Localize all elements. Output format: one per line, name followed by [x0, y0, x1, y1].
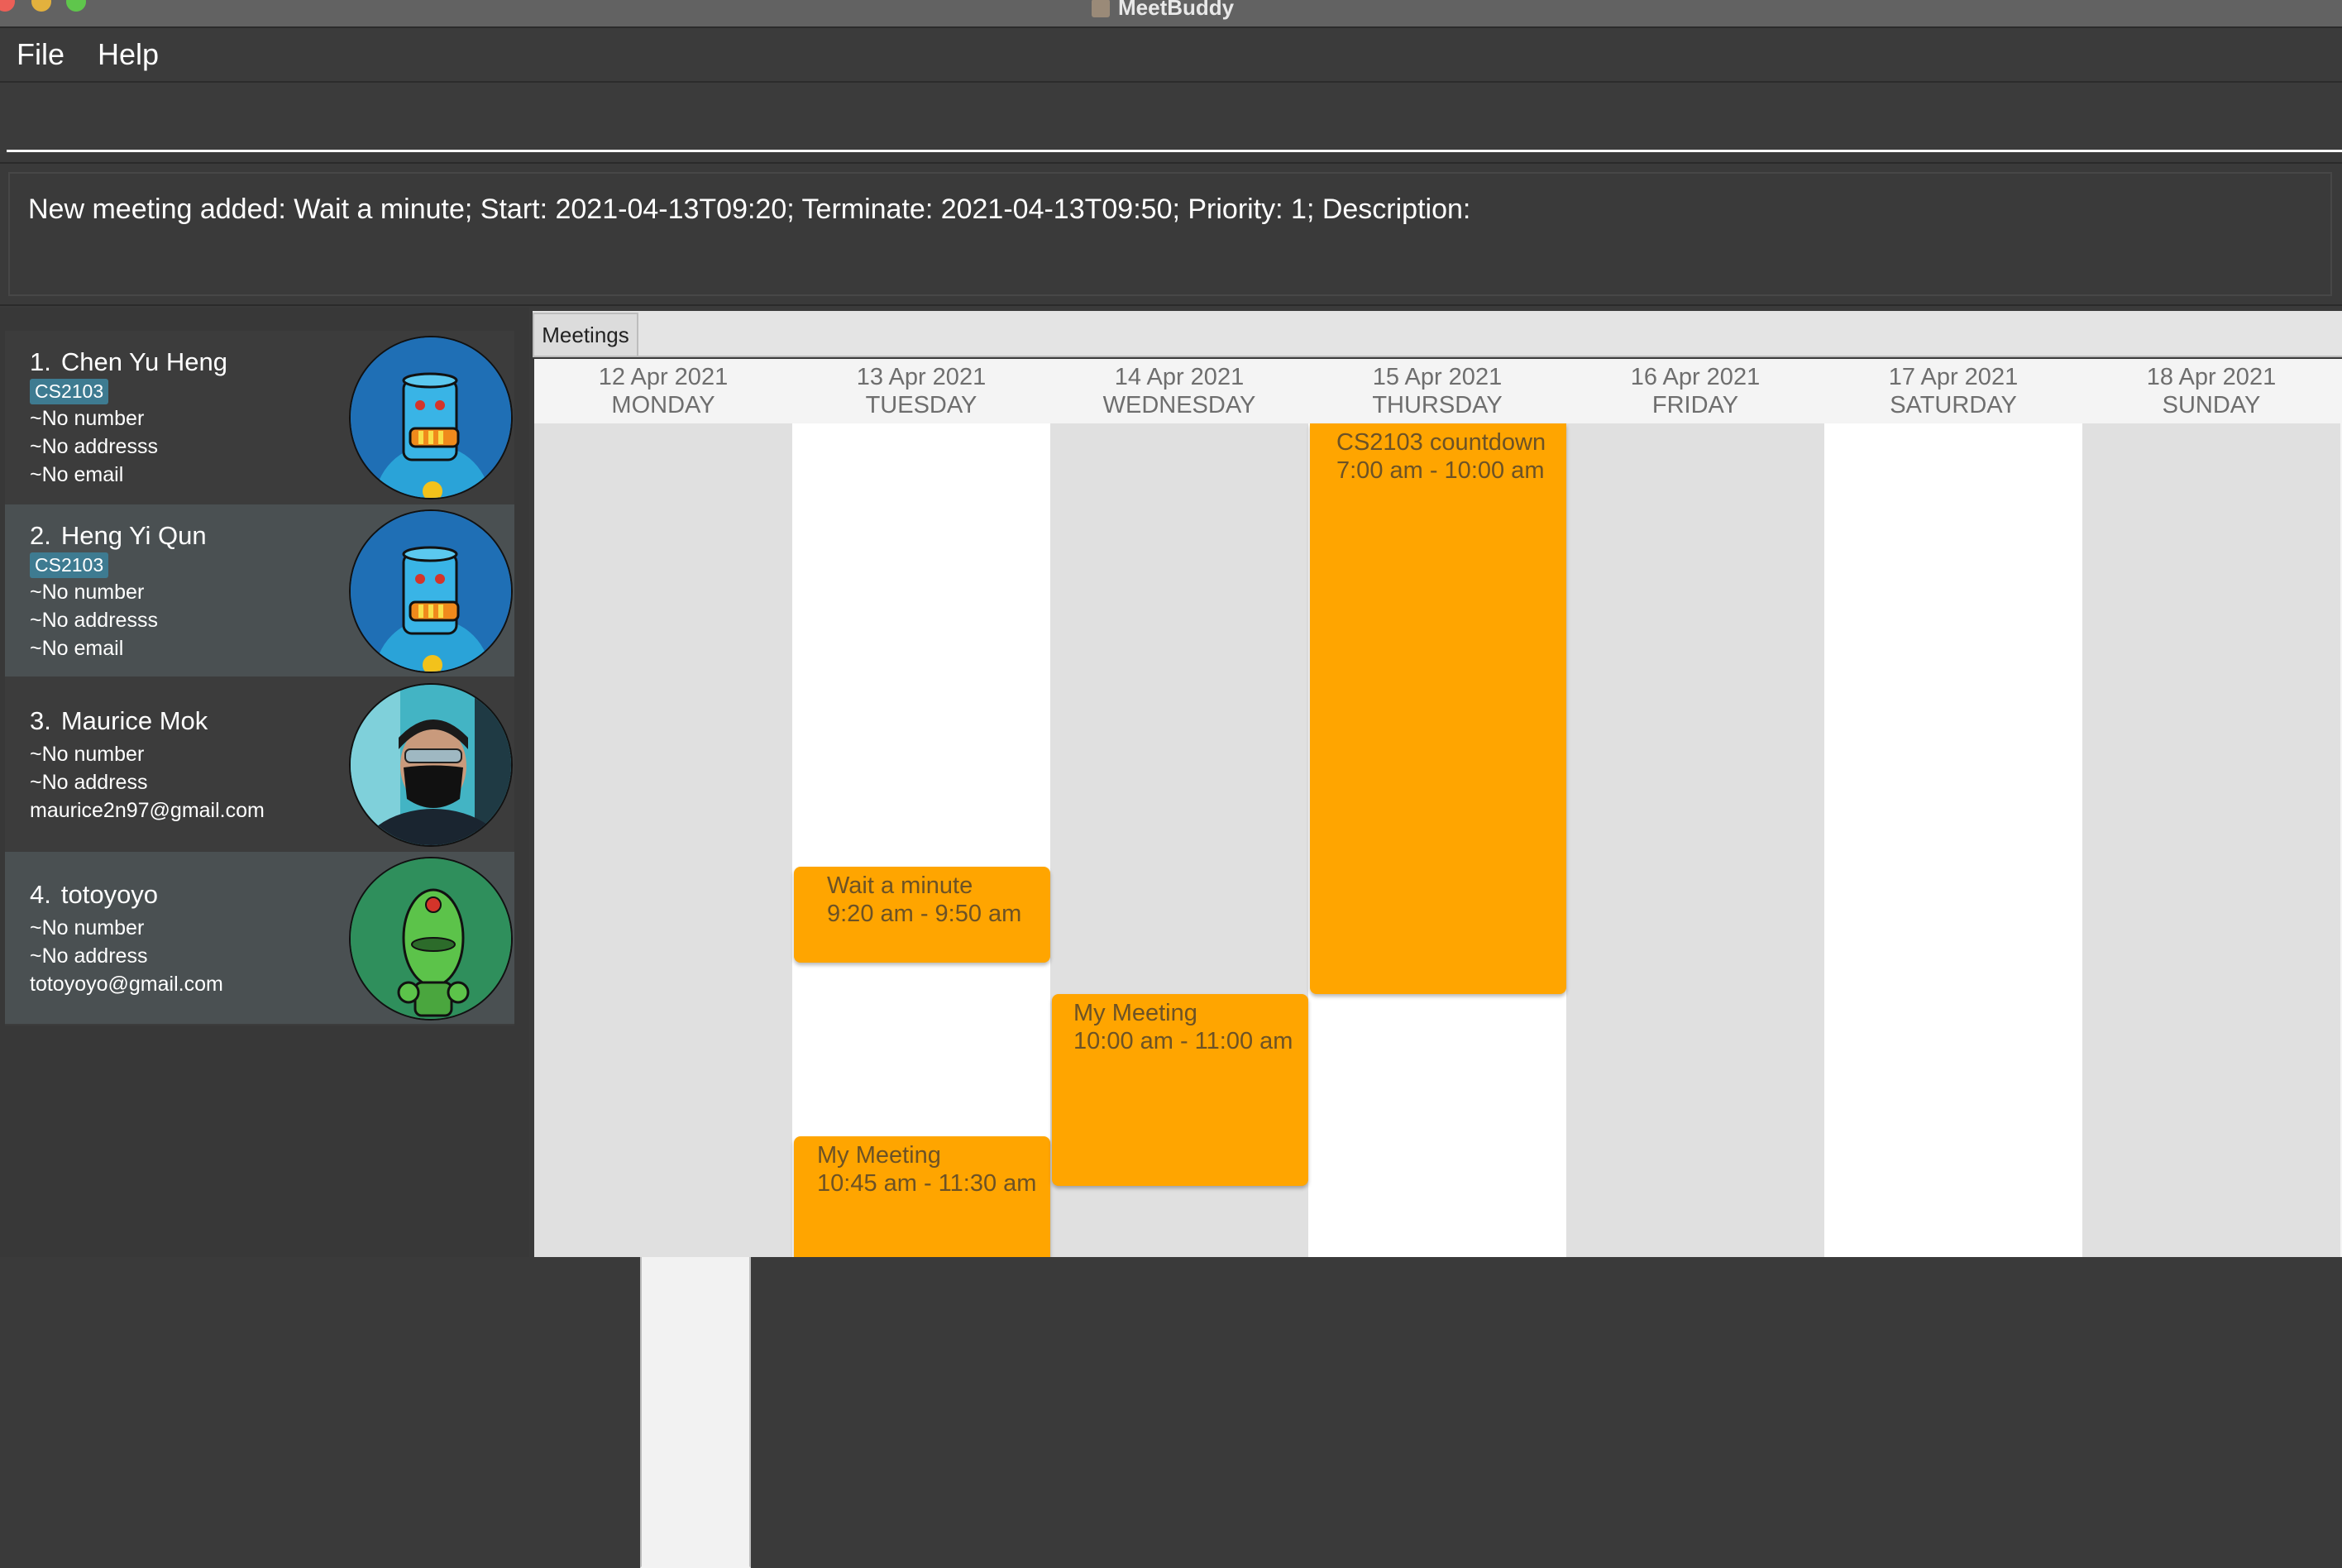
person-list-panel[interactable]: 1. Chen Yu Heng CS2103 ~No number ~No add…: [0, 308, 529, 1257]
day-date: 18 Apr 2021: [2146, 364, 2277, 390]
meeting-block[interactable]: My Meeting 10:00 am - 11:00 am: [1052, 994, 1308, 1186]
person-phone: ~No number: [30, 581, 145, 604]
result-message: New meeting added: Wait a minute; Start:…: [8, 172, 2332, 296]
day-date: 16 Apr 2021: [1630, 364, 1761, 390]
zoom-window-button[interactable]: [66, 0, 86, 12]
meeting-name: My Meeting: [817, 1142, 941, 1169]
day-date: 14 Apr 2021: [1114, 364, 1245, 390]
person-address: ~No address: [30, 944, 148, 968]
avatar-photo: [349, 683, 513, 847]
person-index: 3.: [30, 706, 51, 735]
meeting-name: Wait a minute: [827, 872, 973, 899]
menu-file[interactable]: File: [17, 37, 65, 72]
tab-strip: Meetings Timetable: [533, 311, 2342, 1568]
person-name-line: 1. Chen Yu Heng: [30, 347, 227, 377]
person-card[interactable]: 1. Chen Yu Heng CS2103 ~No number ~No add…: [5, 331, 514, 504]
person-index: 1.: [30, 347, 51, 376]
avatar-blue-robot-icon: [349, 336, 513, 500]
close-window-button[interactable]: [0, 0, 15, 12]
day-date: 17 Apr 2021: [1888, 364, 2019, 390]
day-weekday: FRIDAY: [1651, 392, 1739, 418]
menu-help[interactable]: Help: [98, 37, 159, 72]
day-header: 16 Apr 2021 FRIDAY: [1566, 359, 1824, 423]
command-input[interactable]: [7, 83, 2342, 152]
person-phone: ~No number: [30, 407, 145, 430]
meeting-block[interactable]: CS2103 countdown 7:00 am - 10:00 am: [1310, 423, 1566, 994]
avatar-green-robot-icon: [349, 857, 513, 1021]
result-display: New meeting added: Wait a minute; Start:…: [0, 162, 2342, 306]
person-email: ~No email: [30, 463, 124, 486]
day-date: 15 Apr 2021: [1372, 364, 1503, 390]
person-name-line: 2. Heng Yi Qun: [30, 521, 207, 551]
meeting-time: 10:45 am - 11:30 am: [817, 1170, 1037, 1197]
day-header: 17 Apr 2021 SATURDAY: [1824, 359, 2082, 423]
day-date: 13 Apr 2021: [856, 364, 987, 390]
day-weekday: WEDNESDAY: [1102, 392, 1256, 418]
person-index: 2.: [30, 521, 51, 550]
person-address: ~No address: [30, 771, 148, 794]
person-address: ~No addresss: [30, 435, 158, 458]
person-phone: ~No number: [30, 743, 145, 766]
person-card[interactable]: 4. totoyoyo ~No number ~No address totoyo…: [5, 852, 514, 1025]
meeting-time: 9:20 am - 9:50 am: [827, 901, 1022, 927]
minimize-window-button[interactable]: [31, 0, 51, 12]
day-column-saturday: [1824, 423, 2082, 1257]
day-weekday: SUNDAY: [2162, 392, 2261, 418]
command-box: [0, 83, 2342, 154]
person-name: totoyoyo: [60, 880, 159, 909]
person-name-line: 4. totoyoyo: [30, 880, 158, 910]
window-title-text: MeetBuddy: [1118, 0, 1235, 20]
day-weekday: MONDAY: [611, 392, 715, 418]
day-weekday: SATURDAY: [1890, 392, 2017, 418]
day-header: 12 Apr 2021 MONDAY: [534, 359, 792, 423]
title-bar: MeetBuddy: [0, 0, 2342, 28]
day-weekday: TUESDAY: [865, 392, 977, 418]
person-card[interactable]: 2. Heng Yi Qun CS2103 ~No number ~No addr…: [5, 504, 514, 678]
avatar-blue-robot-icon: [349, 509, 513, 673]
meeting-block[interactable]: My Meeting 10:45 am - 11:30 am: [794, 1136, 1050, 1257]
person-name: Heng Yi Qun: [60, 521, 207, 550]
app-icon: [1092, 0, 1110, 17]
tag-badge: CS2103: [30, 552, 109, 578]
person-email: ~No email: [30, 637, 124, 660]
person-name-line: 3. Maurice Mok: [30, 706, 208, 736]
tab-meetings[interactable]: Meetings: [533, 313, 638, 357]
person-card[interactable]: 3. Maurice Mok ~No number ~No address mau…: [5, 678, 514, 852]
meeting-name: CS2103 countdown: [1336, 429, 1546, 456]
day-column-monday: [534, 423, 792, 1257]
meeting-name: My Meeting: [1073, 1000, 1197, 1026]
meeting-time: 10:00 am - 11:00 am: [1073, 1028, 1293, 1054]
meeting-block[interactable]: Wait a minute 9:20 am - 9:50 am: [794, 867, 1050, 963]
day-column-friday: [1566, 423, 1824, 1257]
person-phone: ~No number: [30, 916, 145, 939]
tag-badge: CS2103: [30, 379, 109, 404]
day-column-sunday: [2082, 423, 2340, 1257]
person-email: totoyoyo@gmail.com: [30, 973, 223, 996]
day-date: 12 Apr 2021: [598, 364, 729, 390]
menu-bar: File Help: [0, 28, 2342, 83]
day-column-tuesday: [792, 423, 1050, 1257]
person-name: Maurice Mok: [60, 706, 208, 735]
day-header: 14 Apr 2021 WEDNESDAY: [1050, 359, 1308, 423]
person-address: ~No addresss: [30, 609, 158, 632]
day-header: 18 Apr 2021 SUNDAY: [2082, 359, 2340, 423]
meeting-time: 7:00 am - 10:00 am: [1336, 457, 1545, 484]
day-weekday: THURSDAY: [1372, 392, 1503, 418]
person-index: 4.: [30, 880, 51, 909]
person-name: Chen Yu Heng: [60, 347, 227, 376]
window-title: MeetBuddy: [1092, 0, 1234, 21]
person-email: maurice2n97@gmail.com: [30, 799, 265, 822]
day-header: 13 Apr 2021 TUESDAY: [792, 359, 1050, 423]
timetable-view[interactable]: 12 Apr 2021 MONDAY 13 Apr 2021 TUESDAY 1…: [534, 359, 2342, 1257]
day-header: 15 Apr 2021 THURSDAY: [1308, 359, 1566, 423]
